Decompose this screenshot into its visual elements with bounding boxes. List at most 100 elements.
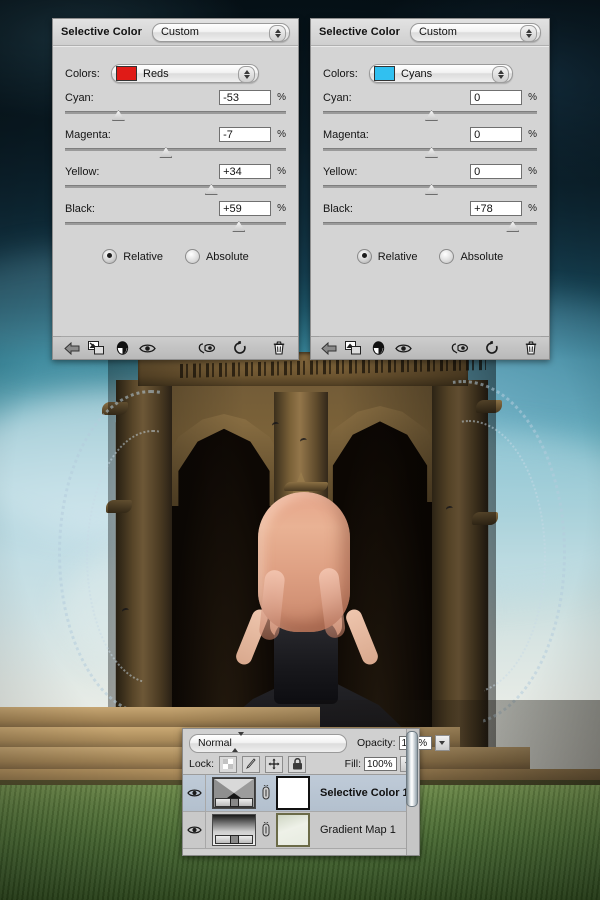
color-channel-dropdown[interactable]: Reds (111, 64, 259, 83)
slider-value-input[interactable]: +78 (470, 201, 523, 216)
slider-value-input[interactable]: 0 (470, 90, 523, 105)
reset-icon[interactable] (480, 338, 505, 358)
trash-icon[interactable] (267, 338, 292, 358)
trash-icon[interactable] (518, 338, 543, 358)
blend-mode-dropdown[interactable]: Normal (189, 732, 347, 753)
lock-all-icon[interactable] (288, 755, 307, 773)
fill-control[interactable]: Fill: 100% (345, 756, 415, 772)
link-mask-icon[interactable] (259, 785, 273, 801)
table-row[interactable]: Gradient Map 1 (183, 812, 419, 849)
slider-track[interactable] (323, 108, 537, 121)
clip-to-layer-icon[interactable] (342, 338, 367, 358)
slider-cyan[interactable]: Cyan: 0% (323, 90, 537, 121)
lock-transparency-icon[interactable] (219, 755, 238, 773)
lock-image-pixels-icon[interactable] (242, 755, 261, 773)
slider-label: Black: (323, 202, 353, 215)
opacity-label: Opacity: (357, 737, 396, 749)
layers-panel[interactable]: Normal Opacity: 100% Lock: (182, 728, 450, 856)
preset-dropdown[interactable]: Custom (409, 22, 541, 42)
method-radio-group: Relative Absolute (323, 249, 537, 264)
table-row[interactable]: Selective Color 1 (183, 775, 419, 812)
layer-mask-thumb[interactable] (276, 776, 310, 810)
slider-yellow[interactable]: Yellow: +34% (65, 164, 286, 195)
slider-label: Black: (65, 202, 95, 215)
slider-magenta[interactable]: Magenta: -7% (65, 127, 286, 158)
selective-color-panel-right[interactable]: Selective Color Custom Colors: Cyans Cya… (310, 18, 550, 360)
selective-color-panel-left[interactable]: Selective Color Custom Colors: Reds Cyan… (52, 18, 299, 360)
layer-mask-thumb[interactable] (276, 813, 310, 847)
radio-relative-button[interactable] (356, 249, 372, 264)
adjustment-half-circle-icon[interactable] (366, 338, 391, 358)
preview-eye-icon[interactable] (447, 338, 472, 358)
radio-relative-button[interactable] (102, 249, 118, 264)
panel-footer-toolbar[interactable] (53, 336, 298, 359)
slider-track-line (65, 185, 286, 188)
chevron-updown-icon[interactable] (269, 24, 286, 42)
layers-scrollbar-thumb[interactable] (406, 731, 418, 807)
adjustment-half-circle-icon[interactable] (110, 338, 135, 358)
back-arrow-icon[interactable] (317, 338, 342, 358)
percent-symbol: % (277, 203, 286, 214)
panel-footer-toolbar[interactable] (311, 336, 549, 359)
radio-absolute[interactable]: Absolute (184, 249, 249, 264)
radio-absolute-button[interactable] (439, 249, 455, 264)
radio-absolute[interactable]: Absolute (439, 249, 503, 264)
slider-value-input[interactable]: -53 (219, 90, 272, 105)
eye-icon[interactable] (391, 338, 416, 358)
slider-yellow[interactable]: Yellow: 0% (323, 164, 537, 195)
slider-cyan[interactable]: Cyan: -53% (65, 90, 286, 121)
radio-absolute-button[interactable] (184, 249, 200, 264)
layer-visibility-eye-icon[interactable] (183, 812, 206, 848)
percent-symbol: % (277, 166, 286, 177)
gradient-map-thumb[interactable] (212, 814, 256, 846)
chevron-updown-icon[interactable] (238, 66, 255, 83)
slider-track[interactable] (323, 182, 537, 195)
slider-black[interactable]: Black: +59% (65, 201, 286, 232)
slider-group: Cyan: -53% Magenta: -7% Yellow: +34% Black: +59… (65, 90, 286, 232)
lock-position-icon[interactable] (265, 755, 284, 773)
chevron-updown-icon[interactable] (520, 24, 537, 42)
back-arrow-icon[interactable] (59, 338, 84, 358)
radio-relative[interactable]: Relative (356, 249, 417, 264)
slider-value-input[interactable]: +34 (219, 164, 272, 179)
chevron-updown-icon[interactable] (492, 66, 509, 83)
opacity-control[interactable]: Opacity: 100% (357, 735, 450, 751)
panel-title: Selective Color (319, 26, 400, 38)
eye-icon[interactable] (135, 338, 160, 358)
slider-track[interactable] (323, 145, 537, 158)
slider-track[interactable] (65, 108, 286, 121)
panel-title: Selective Color (61, 26, 142, 38)
slider-label: Cyan: (323, 91, 352, 104)
slider-header: Black: +59% (65, 201, 286, 216)
color-channel-dropdown[interactable]: Cyans (369, 64, 513, 83)
slider-group: Cyan: 0% Magenta: 0% Yellow: 0% Black: +78% (323, 90, 537, 232)
slider-track-line (65, 148, 286, 151)
slider-value-input[interactable]: 0 (470, 127, 523, 142)
chevron-updown-icon[interactable] (231, 732, 246, 752)
selective-color-thumb[interactable] (212, 777, 256, 809)
thumb-slider-icon (215, 798, 253, 807)
fill-input[interactable]: 100% (364, 757, 397, 771)
clip-to-layer-icon[interactable] (84, 338, 109, 358)
preset-dropdown[interactable]: Custom (151, 22, 290, 42)
slider-track[interactable] (65, 182, 286, 195)
slider-magenta[interactable]: Magenta: 0% (323, 127, 537, 158)
radio-relative[interactable]: Relative (102, 249, 163, 264)
slider-black[interactable]: Black: +78% (323, 201, 537, 232)
slider-value-input[interactable]: 0 (470, 164, 523, 179)
preview-eye-icon[interactable] (194, 338, 219, 358)
color-swatch (116, 66, 137, 81)
slider-track[interactable] (65, 145, 286, 158)
link-mask-icon[interactable] (259, 822, 273, 838)
layers-scrollbar[interactable] (406, 729, 419, 855)
layer-visibility-eye-icon[interactable] (183, 775, 206, 811)
slider-value-input[interactable]: -7 (219, 127, 272, 142)
slider-track[interactable] (65, 219, 286, 232)
slider-value-input[interactable]: +59 (219, 201, 272, 216)
color-channel-value: Reds (143, 67, 169, 80)
blend-mode-value: Normal (198, 737, 232, 749)
slider-track-line (65, 222, 286, 225)
opacity-chevron-down-icon[interactable] (434, 735, 450, 751)
reset-icon[interactable] (227, 338, 252, 358)
slider-track[interactable] (323, 219, 537, 232)
